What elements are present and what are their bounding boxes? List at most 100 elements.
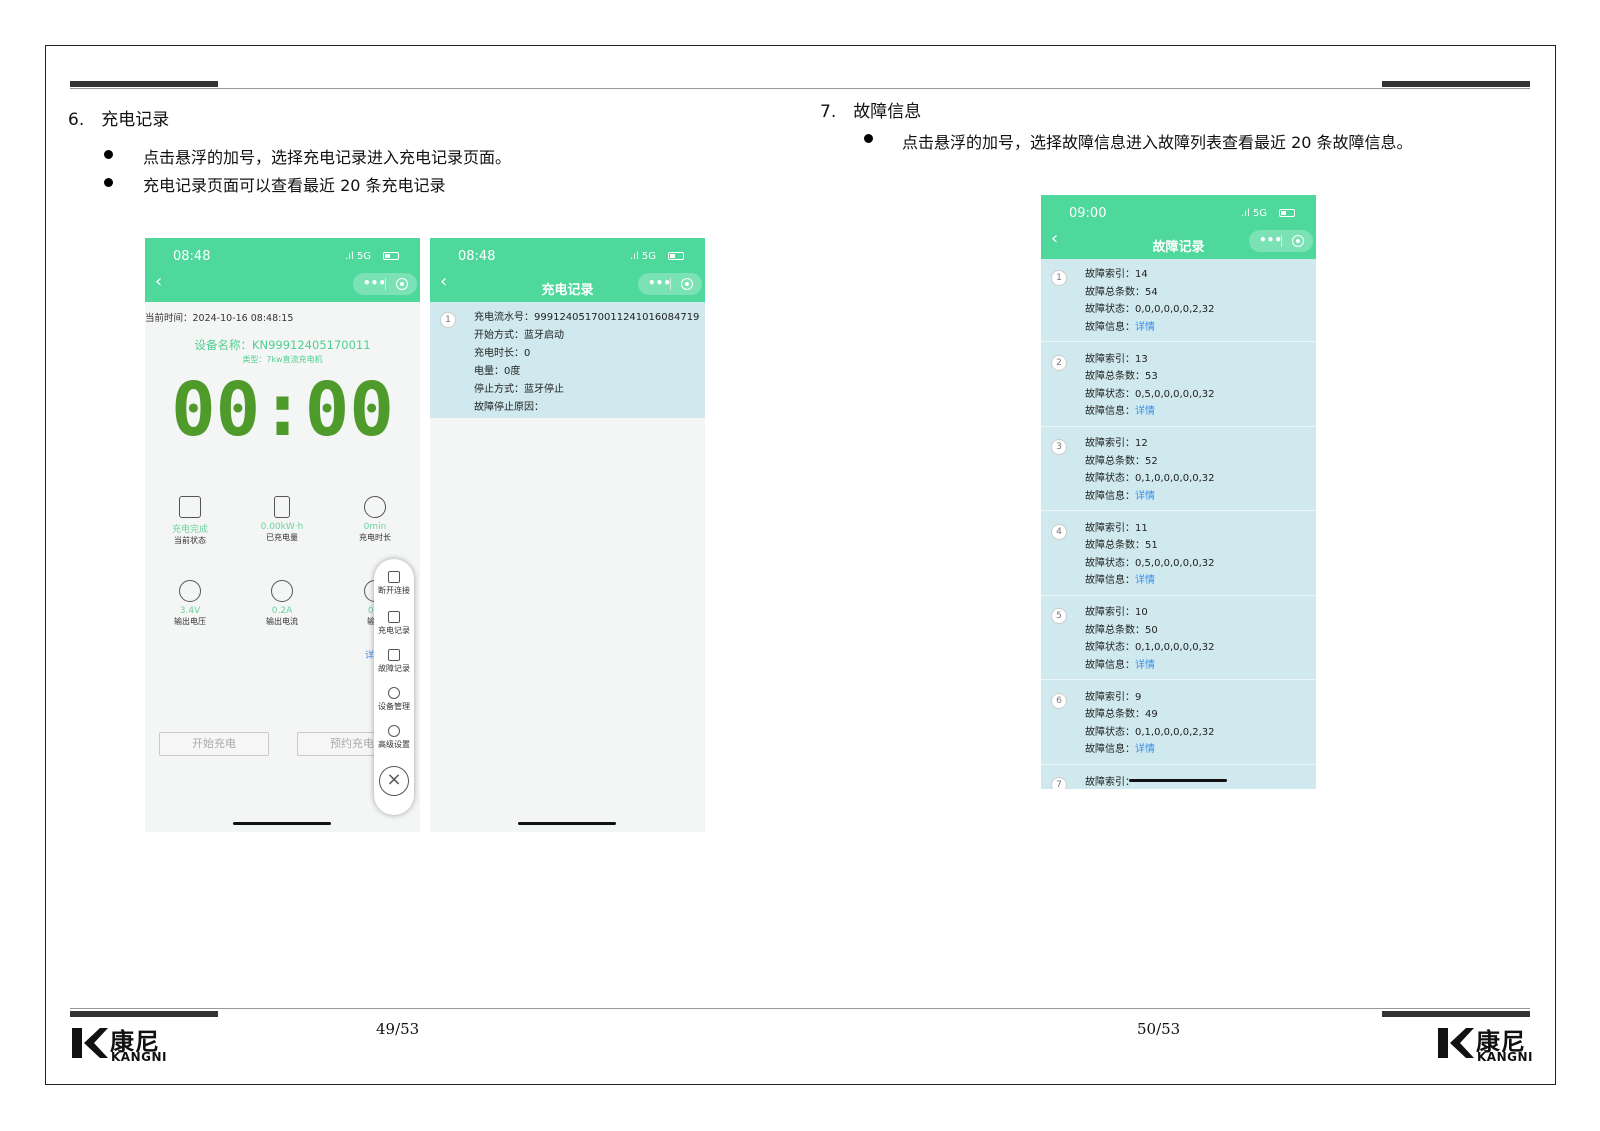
clock-icon [364, 496, 386, 518]
phone-screenshot-fault-records: 09:00 .ıl 5G ‹ 故障记录 ••• 1 故障索引：14 故障总条数：54… [1041, 195, 1316, 789]
detail-link[interactable]: 详情 [1135, 660, 1155, 671]
current-icon [271, 580, 293, 602]
kangni-logo-icon [1438, 1028, 1474, 1058]
record-line: 故障总条数：52 [1085, 455, 1158, 467]
record-line: 故障索引：13 [1085, 353, 1148, 365]
section-title-fault-info: 7. 故障信息 [820, 102, 922, 122]
start-charging-button[interactable]: 开始充电 [159, 732, 269, 756]
charge-timer: 00:00 [171, 367, 394, 453]
record-line: 停止方式：蓝牙停止 [474, 384, 564, 395]
record-line: 充电时长：0 [474, 348, 531, 359]
status-time: 09:00 [1069, 206, 1107, 221]
status-time: 08:48 [458, 249, 496, 264]
more-icon[interactable]: ••• [1259, 233, 1282, 247]
bullet-text: 充电记录页面可以查看最近 20 条充电记录 [143, 176, 446, 195]
detail-link[interactable]: 详情 [1135, 491, 1155, 502]
report-icon [388, 649, 400, 661]
record-line: 故障状态：0,1,0,0,0,0,0,32 [1085, 642, 1215, 653]
record-line: 故障状态：0,5,0,0,0,0,0,32 [1085, 388, 1215, 400]
page-number-left: 49/53 [376, 1020, 420, 1038]
current-time-text: 当前时间：2024-10-16 08:48:15 [145, 313, 294, 324]
record-line: 故障总条数：49 [1085, 709, 1158, 720]
signal-indicator: .ıl 5G [630, 251, 657, 262]
more-icon[interactable]: ••• [648, 276, 671, 290]
logo-en: KANGNI [1477, 1050, 1533, 1064]
detail-link[interactable]: 详情 [1135, 406, 1155, 417]
record-line: 故障总条数：54 [1085, 286, 1158, 298]
list-item[interactable]: 6 故障索引：9 故障总条数：49 故障状态：0,1,0,0,0,0,2,32 故障信息… [1041, 681, 1316, 765]
bullet-dot [104, 178, 113, 187]
user-icon [388, 687, 400, 699]
footer-bar-right [1382, 1011, 1530, 1017]
bullet-text: 点击悬浮的加号，选择故障信息进入故障列表查看最近 20 条故障信息。 [902, 133, 1413, 152]
list-item[interactable]: 3 故障索引：12 故障总条数：52 故障状态：0,1,0,0,0,0,0,32 故障信… [1041, 428, 1316, 511]
record-number: 2 [1051, 354, 1067, 371]
floating-action-menu: 断开连接 充电记录 故障记录 设备管理 高级设置 × [374, 559, 414, 815]
more-icon[interactable]: ••• [363, 276, 386, 290]
stat-status: 充电完成 当前状态 [150, 496, 230, 546]
signal-indicator: .ıl 5G [345, 251, 372, 262]
back-icon[interactable]: ‹ [155, 271, 162, 292]
detail-link[interactable]: 详情 [1135, 322, 1155, 333]
detail-link[interactable]: 详情 [1135, 575, 1155, 586]
record-line: 充电流水号：99912405170011241016084719 [474, 312, 700, 323]
record-line: 故障索引：11 [1085, 522, 1148, 534]
section-title-charging-records: 6. 充电记录 [68, 110, 170, 130]
list-item[interactable]: 2 故障索引：13 故障总条数：53 故障状态：0,5,0,0,0,0,0,32 故障信… [1041, 343, 1316, 427]
record-number: 1 [440, 312, 456, 328]
stat-voltage: 3.4V 输出电压 [150, 580, 230, 627]
bullet-dot [104, 150, 113, 159]
bullet-dot [864, 134, 873, 143]
mini-program-capsule[interactable]: ••• [638, 273, 702, 295]
record-line: 故障总条数：53 [1085, 371, 1158, 382]
stat-energy: 0.00kW·h 已充电量 [242, 496, 322, 543]
header-bar-right [1382, 81, 1530, 87]
record-number: 5 [1051, 608, 1067, 624]
list-item[interactable]: 1 充电流水号：99912405170011241016084719 开始方式：… [430, 302, 705, 418]
header-rule [70, 88, 1530, 89]
unlink-icon [388, 571, 400, 583]
footer-rule [70, 1008, 1530, 1009]
page-number-right: 50/53 [1137, 1020, 1181, 1038]
record-line: 故障索引：9 [1085, 691, 1142, 703]
fab-fault-records[interactable]: 故障记录 [374, 649, 414, 674]
fab-device-management[interactable]: 设备管理 [374, 687, 414, 712]
record-line: 故障总条数：50 [1085, 624, 1158, 636]
close-circle-icon[interactable] [681, 278, 693, 290]
mini-program-capsule[interactable]: ••• [1249, 230, 1313, 252]
list-item[interactable]: 5 故障索引：10 故障总条数：50 故障状态：0,1,0,0,0,0,0,32 故障信… [1041, 597, 1316, 680]
detail-link-partial[interactable]: 详 [365, 648, 374, 661]
kangni-logo-icon [72, 1028, 108, 1058]
fab-disconnect[interactable]: 断开连接 [374, 571, 414, 596]
close-circle-icon[interactable] [1292, 235, 1304, 247]
fab-charging-records[interactable]: 充电记录 [374, 611, 414, 636]
record-line: 故障索引：12 [1085, 438, 1148, 449]
home-indicator [1129, 779, 1227, 782]
record-line: 故障信息：详情 [1085, 321, 1155, 333]
record-line: 故障索引：14 [1085, 269, 1148, 280]
footer-bar-left [70, 1011, 218, 1017]
user-settings-icon [388, 725, 400, 737]
mini-program-capsule[interactable]: ••• [353, 273, 417, 295]
voltage-icon [179, 580, 201, 602]
phone-screenshot-charging-records: 08:48 .ıl 5G ‹ 充电记录 ••• 1 充电流水号：99912405… [430, 238, 705, 832]
record-number: 1 [1051, 270, 1067, 286]
stat-current: 0.2A 输出电流 [242, 580, 322, 627]
list-item[interactable]: 1 故障索引：14 故障总条数：54 故障状态：0,0,0,0,0,0,2,32 故障信… [1041, 259, 1316, 342]
record-line: 故障信息：详情 [1085, 406, 1155, 417]
fab-advanced-settings[interactable]: 高级设置 [374, 725, 414, 750]
record-line: 故障状态：0,5,0,0,0,0,0,32 [1085, 557, 1215, 569]
close-icon[interactable]: × [379, 766, 409, 796]
record-number: 3 [1051, 439, 1067, 455]
list-item[interactable]: 4 故障索引：11 故障总条数：51 故障状态：0,5,0,0,0,0,0,32 故障信… [1041, 512, 1316, 596]
record-line: 故障总条数：51 [1085, 540, 1158, 551]
detail-link[interactable]: 详情 [1135, 744, 1155, 755]
stat-duration: 0min 充电时长 [335, 496, 415, 543]
battery-icon [274, 496, 290, 518]
close-circle-icon[interactable] [396, 278, 408, 290]
record-number: 4 [1051, 523, 1067, 540]
record-number: 7 [1051, 777, 1067, 789]
battery-icon [668, 252, 684, 260]
list-icon [388, 611, 400, 623]
record-line: 故障信息：详情 [1085, 659, 1155, 671]
